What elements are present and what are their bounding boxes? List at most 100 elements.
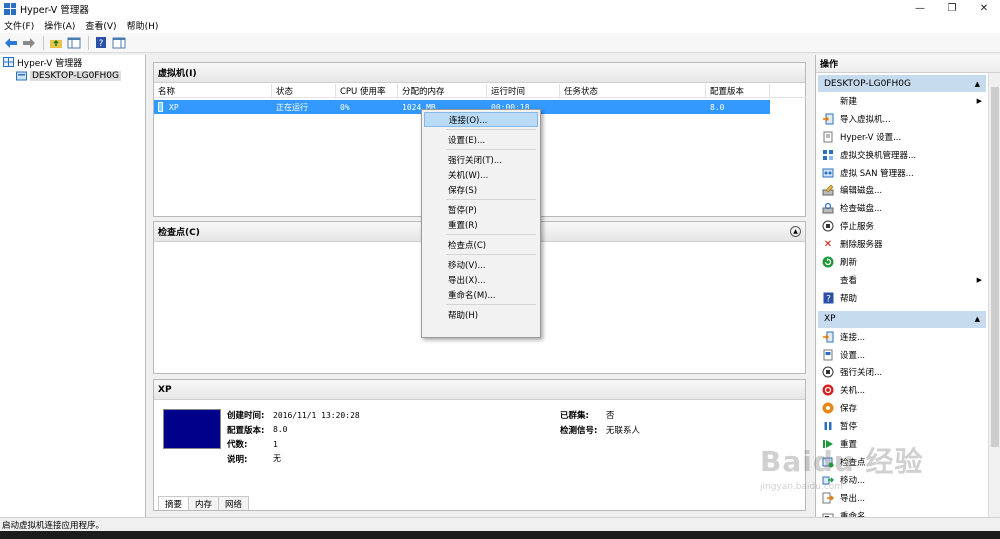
menu-help[interactable]: 帮助(H) <box>127 19 159 32</box>
ctx-reset[interactable]: 重置(R) <box>424 217 538 232</box>
close-button[interactable]: ✕ <box>968 0 1000 17</box>
action-vsan-label: 虚拟 SAN 管理器... <box>840 168 914 179</box>
action-vm-settings[interactable]: 设置... <box>816 346 1000 364</box>
vm-thumbnail[interactable] <box>163 409 221 449</box>
generation-value: 1 <box>273 439 278 449</box>
action-refresh[interactable]: 刷新 <box>816 253 1000 271</box>
inspect-disk-icon <box>822 202 834 214</box>
action-vsan-manager[interactable]: 虚拟 SAN 管理器... <box>816 164 1000 182</box>
forward-arrow-icon <box>23 37 35 48</box>
submenu-arrow-icon: ▶ <box>976 96 982 105</box>
col-memory[interactable]: 分配的内存 <box>398 84 487 97</box>
svg-text:?: ? <box>99 39 104 49</box>
actions-scrollbar[interactable] <box>988 73 1000 517</box>
settings-page-icon <box>822 131 834 143</box>
vm-panel-header: 虚拟机(I) <box>154 63 805 83</box>
ctx-settings[interactable]: 设置(E)... <box>424 132 538 147</box>
action-inspect-disk-label: 检查磁盘... <box>840 204 883 215</box>
blank-icon <box>822 274 834 286</box>
actions-group-server[interactable]: DESKTOP-LG0FH0G ▲ <box>818 75 986 92</box>
action-save[interactable]: 保存 <box>816 399 1000 417</box>
checkpoint-panel-title: 检查点(C) <box>158 228 200 238</box>
folder-up-icon <box>50 39 62 48</box>
help-button[interactable]: ? <box>93 35 109 51</box>
clustered-value: 否 <box>606 411 615 422</box>
baidu-watermark: Baidu 经验 jingyan.baidu.com <box>760 440 924 492</box>
vm-panel-title: 虚拟机(I) <box>158 69 197 79</box>
tab-network[interactable]: 网络 <box>218 496 250 510</box>
action-export-label: 导出... <box>840 493 866 504</box>
ctx-connect[interactable]: 连接(O)... <box>424 112 538 127</box>
status-bar: 启动虚拟机连接应用程序。 <box>0 517 1000 531</box>
action-remove-server[interactable]: ✕ 删除服务器 <box>816 235 1000 253</box>
action-stop-service[interactable]: 停止服务 <box>816 217 1000 235</box>
navigation-tree: Hyper-V 管理器 DESKTOP-LG0FH0G <box>0 55 146 517</box>
vm-cpu: 0% <box>336 100 398 114</box>
action-shutdown[interactable]: 关机... <box>816 381 1000 399</box>
scrollbar-thumb[interactable] <box>991 87 999 447</box>
action-shutdown-label: 关机... <box>840 386 866 397</box>
tree-root-hyperv[interactable]: Hyper-V 管理器 <box>0 55 145 69</box>
back-arrow-icon <box>5 37 17 48</box>
action-turn-off[interactable]: 强行关闭... <box>816 363 1000 381</box>
action-edit-disk[interactable]: 编辑磁盘... <box>816 181 1000 199</box>
col-version[interactable]: 配置版本 <box>706 84 770 97</box>
menu-bar: 文件(F) 操作(A) 查看(V) 帮助(H) <box>0 17 1000 33</box>
watermark-url: jingyan.baidu.com <box>760 482 844 492</box>
vm-task <box>560 100 706 114</box>
notes-value: 无 <box>273 454 281 464</box>
col-task[interactable]: 任务状态 <box>560 84 706 97</box>
menu-action[interactable]: 操作(A) <box>44 19 75 32</box>
ctx-rename[interactable]: 重命名(M)... <box>424 287 538 302</box>
context-menu: 连接(O)... 设置(E)... 强行关闭(T)... 关机(W)... 保存… <box>421 109 541 338</box>
collapse-up-icon[interactable]: ▲ <box>790 226 801 237</box>
summary-panel-title: XP <box>158 384 172 395</box>
col-cpu[interactable]: CPU 使用率 <box>336 84 398 97</box>
vm-state: 正在运行 <box>272 100 336 114</box>
action-help[interactable]: ? 帮助 <box>816 289 1000 307</box>
up-folder-button[interactable] <box>48 35 64 51</box>
config-version-label: 配置版本: <box>227 425 265 436</box>
show-tree-button[interactable] <box>66 35 82 51</box>
action-new[interactable]: 新建 ▶ <box>816 92 1000 110</box>
action-import-vm[interactable]: 导入虚拟机... <box>816 110 1000 128</box>
col-state[interactable]: 状态 <box>272 84 336 97</box>
ctx-pause[interactable]: 暂停(P) <box>424 202 538 217</box>
action-inspect-disk[interactable]: 检查磁盘... <box>816 199 1000 217</box>
action-view[interactable]: 查看 ▶ <box>816 271 1000 289</box>
ctx-shutdown[interactable]: 关机(W)... <box>424 167 538 182</box>
action-hyperv-settings[interactable]: Hyper-V 设置... <box>816 128 1000 146</box>
ctx-help[interactable]: 帮助(H) <box>424 307 538 322</box>
action-remove-server-label: 删除服务器 <box>840 240 883 251</box>
collapse-up-icon: ▲ <box>974 79 980 88</box>
action-pause[interactable]: 暂停 <box>816 417 1000 435</box>
action-connect[interactable]: 连接... <box>816 328 1000 346</box>
col-uptime[interactable]: 运行时间 <box>487 84 560 97</box>
shutdown-icon <box>822 384 834 396</box>
heartbeat-label: 检测信号: <box>560 425 598 436</box>
menu-file[interactable]: 文件(F) <box>4 19 34 32</box>
show-action-pane-button[interactable] <box>111 35 127 51</box>
minimize-button[interactable]: — <box>904 0 936 17</box>
taskbar <box>0 531 1000 539</box>
action-settings-label: Hyper-V 设置... <box>840 132 902 143</box>
actions-group-vm[interactable]: XP ▲ <box>818 310 986 328</box>
action-save-label: 保存 <box>840 404 858 415</box>
menu-view[interactable]: 查看(V) <box>85 19 116 32</box>
toolbar: ? <box>0 33 1000 53</box>
col-name[interactable]: 名称 <box>154 84 272 97</box>
created-value: 2016/11/1 13:20:28 <box>273 410 360 420</box>
ctx-turn-off[interactable]: 强行关闭(T)... <box>424 152 538 167</box>
maximize-button[interactable]: ❐ <box>936 0 968 17</box>
ctx-move[interactable]: 移动(V)... <box>424 257 538 272</box>
ctx-export[interactable]: 导出(X)... <box>424 272 538 287</box>
tab-summary[interactable]: 摘要 <box>158 496 190 510</box>
settings-page-icon <box>822 349 834 361</box>
tree-item-server[interactable]: DESKTOP-LG0FH0G <box>0 69 145 83</box>
action-vswitch-manager[interactable]: 虚拟交换机管理器... <box>816 146 1000 164</box>
ctx-checkpoint[interactable]: 检查点(C) <box>424 237 538 252</box>
tab-memory[interactable]: 内存 <box>188 496 220 510</box>
ctx-save[interactable]: 保存(S) <box>424 182 538 197</box>
forward-button[interactable] <box>21 35 37 51</box>
back-button[interactable] <box>3 35 19 51</box>
